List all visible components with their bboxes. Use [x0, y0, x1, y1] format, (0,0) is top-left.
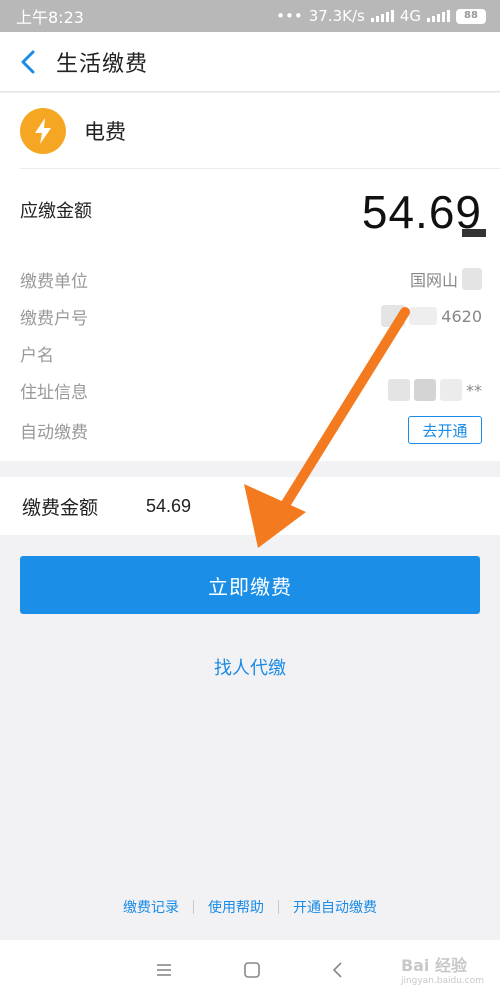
chevron-left-icon [21, 50, 35, 73]
status-icons: ••• 37.3K/s 4G 88 [276, 7, 486, 25]
info-value-text: 4620 [441, 306, 482, 326]
info-label: 自动缴费 [20, 422, 88, 443]
info-row-autopay: 自动缴费 去开通 [20, 415, 482, 445]
info-row-name: 户名 [20, 341, 482, 366]
nav-bar: 生活缴费 [0, 32, 500, 92]
service-name: 电费 [84, 119, 126, 144]
info-value-text: ** [466, 380, 482, 400]
divider [278, 900, 279, 914]
menu-icon[interactable] [155, 962, 173, 978]
redaction-blur [440, 379, 462, 401]
redaction-blur [414, 379, 436, 401]
redaction-blur [381, 305, 406, 327]
network-speed: 37.3K/s [308, 7, 365, 25]
signal-icon [370, 10, 394, 22]
signal-icon-2 [427, 10, 450, 22]
due-amount-label: 应缴金额 [20, 201, 92, 222]
enable-autopay-button[interactable]: 去开通 [408, 416, 482, 444]
info-label: 户名 [20, 345, 54, 366]
status-time: 上午8:23 [16, 8, 84, 27]
enable-autopay-link[interactable]: 开通自动缴费 [293, 897, 377, 917]
footer-links: 缴费记录 使用帮助 开通自动缴费 [0, 896, 500, 918]
divider [193, 900, 194, 914]
pay-now-button[interactable]: 立即缴费 [20, 556, 480, 614]
home-icon[interactable] [243, 961, 261, 979]
redaction-mark [462, 229, 486, 237]
help-link[interactable]: 使用帮助 [208, 897, 264, 917]
dots-icon: ••• [276, 7, 303, 25]
redaction-blur [388, 379, 410, 401]
info-value: 国网山 [410, 267, 482, 291]
network-type: 4G [399, 7, 421, 25]
info-value: 4620 [381, 305, 482, 327]
watermark-text: Bai 经验 [400, 956, 467, 975]
lightning-icon [20, 107, 66, 154]
info-label: 缴费单位 [20, 271, 88, 292]
page-title: 生活缴费 [56, 51, 149, 77]
info-value: ** [388, 379, 482, 401]
back-button[interactable] [0, 32, 56, 92]
payment-records-link[interactable]: 缴费记录 [123, 897, 179, 917]
payment-amount-input[interactable]: 54.69 [146, 496, 191, 517]
service-header: 电费 [20, 93, 500, 169]
info-row-account: 缴费户号 4620 [20, 304, 482, 329]
proxy-pay-link[interactable]: 找人代缴 [0, 654, 500, 680]
info-row-unit: 缴费单位 国网山 [20, 267, 482, 292]
status-bar: 上午8:23 ••• 37.3K/s 4G 88 [0, 0, 500, 32]
back-nav-icon[interactable] [331, 961, 345, 979]
info-label: 缴费户号 [20, 308, 88, 329]
info-row-address: 住址信息 ** [20, 378, 482, 403]
watermark-sub: jingyan.baidu.com [400, 976, 484, 986]
redaction-blur [409, 307, 438, 325]
info-label: 住址信息 [20, 382, 88, 403]
payment-amount-row: 缴费金额 54.69 [0, 477, 500, 535]
watermark: Bai 经验 jingyan.baidu.com [401, 952, 484, 986]
payment-amount-label: 缴费金额 [22, 496, 99, 519]
battery-icon: 88 [456, 8, 486, 24]
info-value-text: 国网山 [409, 271, 458, 290]
redaction-blur [462, 268, 482, 290]
bill-card: 电费 应缴金额 54.69 缴费单位 国网山 缴费户号 4620 户名 住址信息… [0, 93, 500, 461]
